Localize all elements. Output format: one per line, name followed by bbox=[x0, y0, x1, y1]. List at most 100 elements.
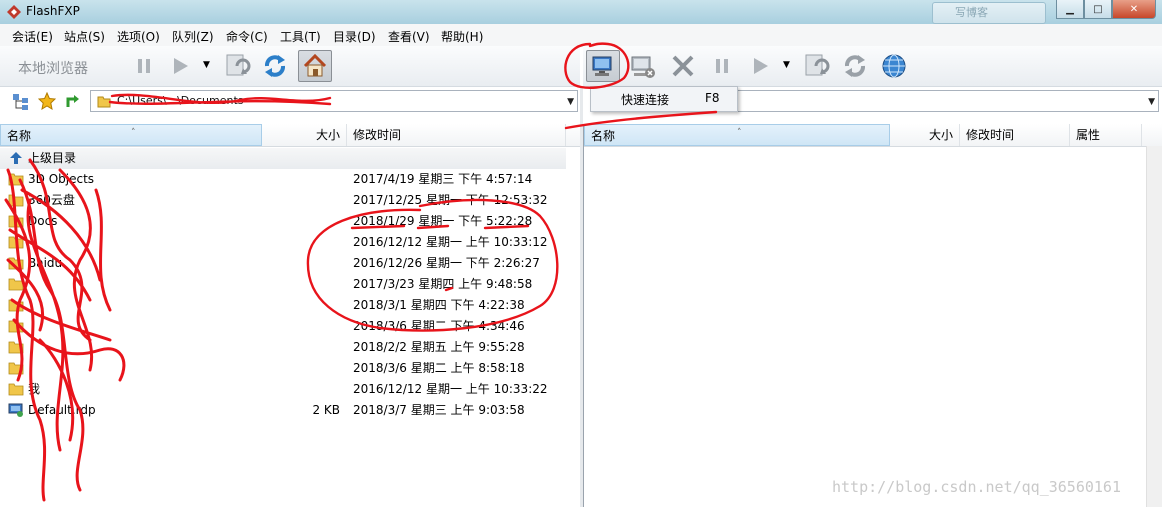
local-file-list: 名称 ˄ 大小 修改时间 上级目录 3D Objects 2017/4/19 星期… bbox=[0, 124, 580, 507]
remote-pause-button[interactable] bbox=[705, 50, 739, 82]
chevron-down-icon[interactable]: ▼ bbox=[567, 97, 574, 107]
file-row[interactable]: Docs 2018/1/29 星期一 下午 5:22:28 bbox=[0, 211, 566, 232]
folder-icon bbox=[8, 320, 24, 333]
home-button[interactable] bbox=[298, 50, 332, 82]
remote-column-size[interactable]: 大小 bbox=[890, 124, 960, 146]
file-row[interactable]: 2018/3/6 星期二 上午 8:58:18 bbox=[0, 358, 566, 379]
file-name: 3D Objects bbox=[28, 172, 95, 186]
file-modified: 2018/3/6 星期二 上午 8:58:18 bbox=[353, 361, 525, 375]
menu-queue[interactable]: 队列(Z) bbox=[172, 28, 214, 45]
local-path-field[interactable]: C:\Users\...\Documents ▼ bbox=[90, 90, 578, 112]
remote-refresh-list-button[interactable] bbox=[799, 50, 833, 82]
remote-column-attributes[interactable]: 属性 bbox=[1070, 124, 1142, 146]
menu-view[interactable]: 查看(V) bbox=[388, 28, 430, 45]
connect-button[interactable] bbox=[586, 50, 620, 82]
remote-scrollbar[interactable] bbox=[1146, 146, 1162, 507]
play-icon bbox=[754, 58, 768, 74]
quick-connect-menu: 快速连接 F8 bbox=[590, 86, 738, 112]
file-name: 360云盘 bbox=[28, 193, 75, 207]
maximize-button[interactable]: □ bbox=[1084, 0, 1112, 19]
file-name: Docs bbox=[28, 214, 58, 228]
refresh-list-button[interactable] bbox=[220, 50, 254, 82]
file-row[interactable]: 360云盘 2017/12/25 星期一 下午 12:53:32 bbox=[0, 190, 566, 211]
minimize-button[interactable]: ▁ bbox=[1056, 0, 1084, 19]
folder-icon bbox=[8, 278, 24, 291]
file-modified: 2018/3/7 星期三 上午 9:03:58 bbox=[353, 403, 525, 417]
file-row[interactable]: Default.rdp 2 KB 2018/3/7 星期三 上午 9:03:58 bbox=[0, 400, 566, 421]
window-title: FlashFXP bbox=[26, 4, 80, 18]
file-row[interactable]: 我 2016/12/12 星期一 上午 10:33:22 bbox=[0, 379, 566, 400]
file-modified: 2017/12/25 星期一 下午 12:53:32 bbox=[353, 193, 548, 207]
file-name: Baidu bbox=[28, 256, 63, 270]
refresh-icon bbox=[265, 55, 285, 77]
disconnect-button[interactable] bbox=[625, 50, 659, 82]
file-modified: 2018/1/29 星期一 下午 5:22:28 bbox=[353, 214, 533, 228]
local-browser-button[interactable]: 本地浏览器 bbox=[18, 58, 88, 78]
transfer-dropdown-icon[interactable]: ▼ bbox=[203, 60, 210, 70]
window-controls: ▁ □ ✕ bbox=[1056, 0, 1156, 19]
file-modified: 2017/3/23 星期四 上午 9:48:58 bbox=[353, 277, 533, 291]
globe-icon bbox=[882, 54, 906, 78]
file-row[interactable]: 2017/3/23 星期四 上午 9:48:58 bbox=[0, 274, 566, 295]
favorites-star-icon[interactable] bbox=[38, 92, 56, 110]
close-button[interactable]: ✕ bbox=[1112, 0, 1156, 19]
menu-help[interactable]: 帮助(H) bbox=[441, 28, 483, 45]
file-modified: 2016/12/26 星期一 下午 2:26:27 bbox=[353, 256, 540, 270]
remote-transfer-button[interactable] bbox=[743, 50, 777, 82]
file-row[interactable]: 2018/3/6 星期二 下午 4:34:46 bbox=[0, 316, 566, 337]
file-row[interactable]: 2018/2/2 星期五 上午 9:55:28 bbox=[0, 337, 566, 358]
flashfxp-logo-icon bbox=[7, 5, 21, 19]
folder-icon bbox=[8, 194, 24, 207]
folder-icon bbox=[97, 96, 111, 108]
column-size[interactable]: 大小 bbox=[262, 124, 347, 146]
local-list-header: 名称 ˄ 大小 修改时间 bbox=[0, 124, 580, 147]
quick-connect-item[interactable]: 快速连接 bbox=[621, 91, 669, 108]
menu-directory[interactable]: 目录(D) bbox=[333, 28, 376, 45]
file-row[interactable]: 2018/3/1 星期四 下午 4:22:38 bbox=[0, 295, 566, 316]
tree-view-icon[interactable] bbox=[12, 93, 30, 111]
file-row[interactable]: 2016/12/12 星期一 上午 10:33:12 bbox=[0, 232, 566, 253]
folder-icon bbox=[8, 215, 24, 228]
remote-column-name[interactable]: 名称 ˄ bbox=[584, 124, 890, 146]
remote-desktop-file-icon bbox=[8, 403, 23, 417]
refresh-page-icon bbox=[805, 54, 830, 76]
pause-button[interactable] bbox=[127, 50, 161, 82]
file-modified: 2018/3/6 星期二 下午 4:34:46 bbox=[353, 319, 525, 333]
remote-file-list: 名称 ˄ 大小 修改时间 属性 bbox=[583, 124, 1162, 507]
refresh-button[interactable] bbox=[258, 50, 292, 82]
chevron-down-icon[interactable]: ▼ bbox=[1148, 97, 1155, 107]
globe-button[interactable] bbox=[877, 50, 911, 82]
file-modified: 2016/12/12 星期一 上午 10:33:12 bbox=[353, 235, 548, 249]
local-path-bar: C:\Users\...\Documents ▼ bbox=[0, 88, 580, 116]
folder-icon bbox=[8, 383, 24, 396]
up-directory-icon[interactable] bbox=[65, 93, 81, 109]
menu-tools[interactable]: 工具(T) bbox=[280, 28, 321, 45]
file-row[interactable]: 3D Objects 2017/4/19 星期三 下午 4:57:14 bbox=[0, 169, 566, 190]
menu-sites[interactable]: 站点(S) bbox=[64, 28, 105, 45]
file-row[interactable]: Baidu 2016/12/26 星期一 下午 2:26:27 bbox=[0, 253, 566, 274]
abort-x-icon bbox=[672, 55, 694, 77]
remote-column-modified[interactable]: 修改时间 bbox=[960, 124, 1070, 146]
folder-icon bbox=[8, 341, 24, 354]
write-blog-button[interactable]: 写博客 bbox=[932, 2, 1046, 24]
pause-icon bbox=[716, 59, 728, 73]
folder-icon bbox=[8, 173, 24, 186]
file-size: 2 KB bbox=[312, 403, 340, 417]
remote-transfer-dropdown-icon[interactable]: ▼ bbox=[783, 60, 790, 70]
menu-commands[interactable]: 命令(C) bbox=[226, 28, 268, 45]
transfer-button[interactable] bbox=[163, 50, 197, 82]
computer-connect-icon bbox=[592, 56, 612, 76]
quick-connect-shortcut: F8 bbox=[705, 91, 720, 105]
parent-directory-row[interactable]: 上级目录 bbox=[0, 148, 566, 169]
menu-bar: 会话(E) 站点(S) 选项(O) 队列(Z) 命令(C) 工具(T) 目录(D… bbox=[0, 24, 1162, 47]
menu-session[interactable]: 会话(E) bbox=[12, 28, 53, 45]
menu-options[interactable]: 选项(O) bbox=[117, 28, 160, 45]
play-icon bbox=[174, 58, 188, 74]
column-name[interactable]: 名称 ˄ bbox=[0, 124, 262, 146]
remote-refresh-button[interactable] bbox=[838, 50, 872, 82]
title-bar: FlashFXP 写博客 ▁ □ ✕ bbox=[0, 0, 1162, 25]
local-path-text: C:\Users\...\Documents bbox=[117, 94, 244, 107]
file-name: 我 bbox=[28, 382, 41, 396]
abort-button[interactable] bbox=[666, 50, 700, 82]
column-modified[interactable]: 修改时间 bbox=[347, 124, 566, 146]
